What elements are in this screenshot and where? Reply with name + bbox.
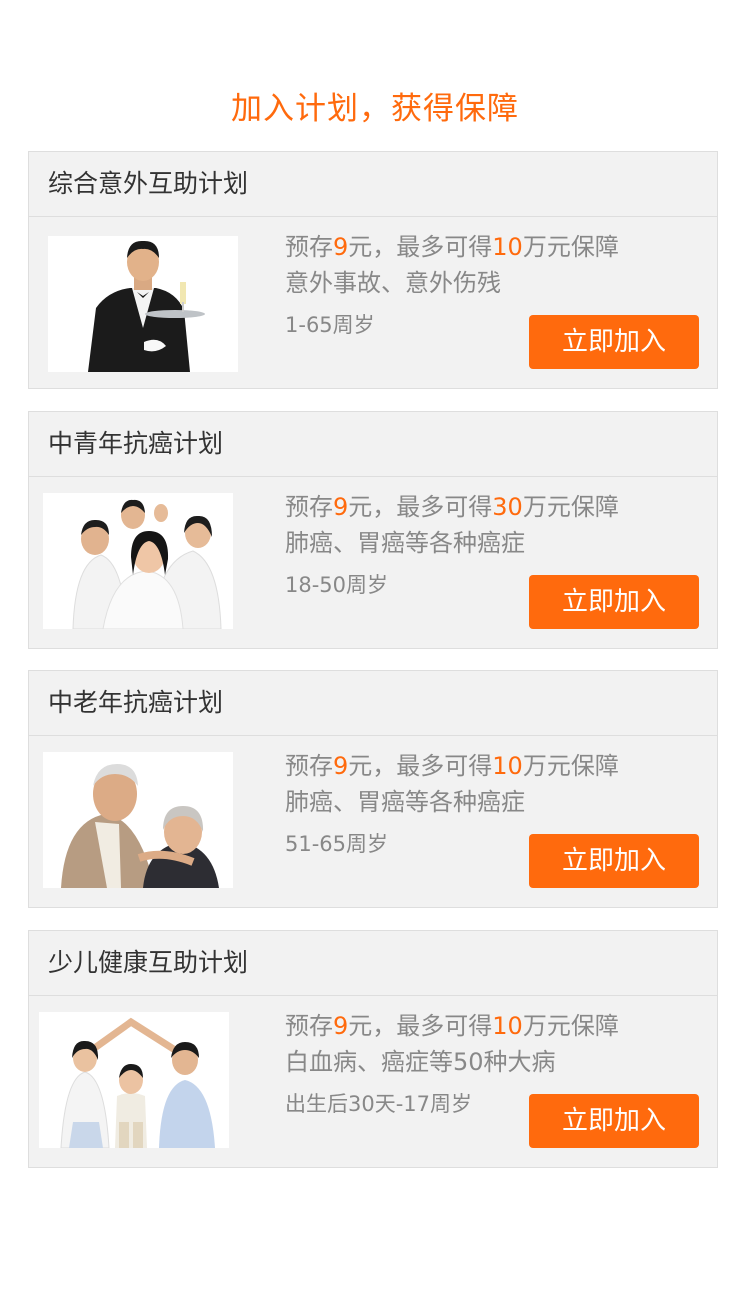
family-photo bbox=[39, 1012, 229, 1148]
young-people-group-photo bbox=[43, 493, 233, 629]
max-coverage-amount: 10 bbox=[492, 233, 523, 261]
deposit-info: 预存9元，最多可得10万元保障 bbox=[285, 752, 619, 780]
coverage-description: 肺癌、胃癌等各种癌症 bbox=[285, 788, 525, 816]
plan-title: 少儿健康互助计划 bbox=[29, 931, 717, 996]
deposit-info: 预存9元，最多可得30万元保障 bbox=[285, 493, 619, 521]
deposit-info: 预存9元，最多可得10万元保障 bbox=[285, 1012, 619, 1040]
age-range: 18-50周岁 bbox=[285, 573, 389, 597]
plan-card-senior-cancer: 中老年抗癌计划 预存9元，最多可得10万元保障 肺癌、胃癌等各种癌症 51-65… bbox=[28, 670, 718, 908]
page-title: 加入计划，获得保障 bbox=[231, 91, 519, 127]
plan-title: 中青年抗癌计划 bbox=[29, 412, 717, 477]
deposit-amount: 9 bbox=[333, 1012, 349, 1040]
coverage-description: 白血病、癌症等50种大病 bbox=[285, 1048, 556, 1076]
deposit-info: 预存9元，最多可得10万元保障 bbox=[285, 233, 619, 261]
waiter-photo bbox=[48, 236, 238, 372]
plan-card-child-health: 少儿健康互助计划 预存9元，最多可得10万元保障 白血病、癌症等50种大病 出生… bbox=[28, 930, 718, 1168]
join-button[interactable]: 立即加入 bbox=[529, 315, 699, 369]
age-range: 出生后30天-17周岁 bbox=[285, 1092, 473, 1116]
join-button[interactable]: 立即加入 bbox=[529, 1094, 699, 1148]
join-button[interactable]: 立即加入 bbox=[529, 834, 699, 888]
coverage-description: 意外事故、意外伤残 bbox=[285, 269, 501, 297]
coverage-description: 肺癌、胃癌等各种癌症 bbox=[285, 529, 525, 557]
deposit-amount: 9 bbox=[333, 752, 349, 780]
age-range: 1-65周岁 bbox=[285, 313, 375, 337]
plan-title: 综合意外互助计划 bbox=[29, 152, 717, 217]
max-coverage-amount: 10 bbox=[492, 752, 523, 780]
max-coverage-amount: 30 bbox=[492, 493, 523, 521]
age-range: 51-65周岁 bbox=[285, 832, 389, 856]
max-coverage-amount: 10 bbox=[492, 1012, 523, 1040]
join-button[interactable]: 立即加入 bbox=[529, 575, 699, 629]
plan-title: 中老年抗癌计划 bbox=[29, 671, 717, 736]
plan-card-youth-cancer: 中青年抗癌计划 预存9元，最多可得30万元保障 肺癌、胃癌等各种癌症 18-50… bbox=[28, 411, 718, 649]
elderly-couple-photo bbox=[43, 752, 233, 888]
deposit-amount: 9 bbox=[333, 233, 349, 261]
deposit-amount: 9 bbox=[333, 493, 349, 521]
plan-card-accident: 综合意外互助计划 预存9元，最多可得10万元保障 意外事故、意外伤残 1-65周… bbox=[28, 151, 718, 389]
